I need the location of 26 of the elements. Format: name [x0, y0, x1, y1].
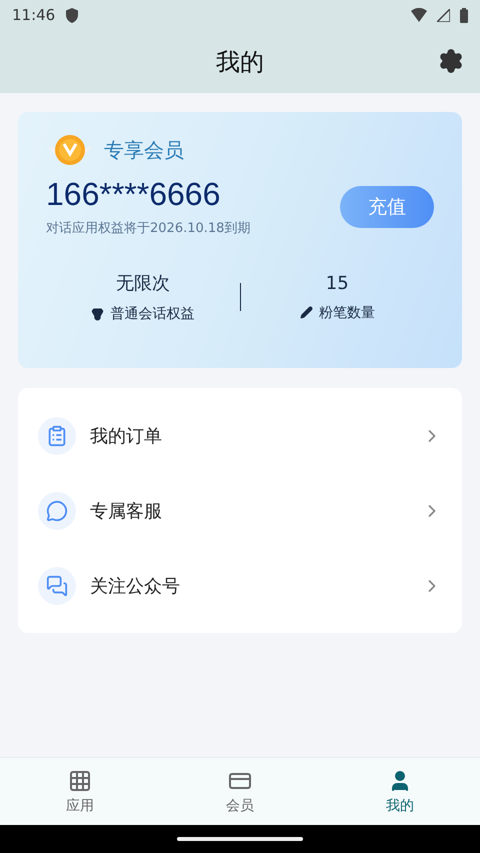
- shield-icon: [65, 8, 80, 22]
- battery-icon: [460, 8, 468, 22]
- stat-label: 粉笔数量: [318, 304, 375, 322]
- wifi-icon: [411, 8, 427, 22]
- phone-number: 166****6666: [46, 176, 222, 213]
- stat-label: 普通会话权益: [110, 305, 194, 323]
- clipboard-icon: [38, 416, 76, 454]
- pencil-icon: [300, 306, 313, 319]
- settings-icon[interactable]: [438, 48, 464, 74]
- stat-value: 无限次: [116, 272, 170, 295]
- status-time: 11:46: [12, 6, 56, 24]
- grid-icon: [68, 768, 92, 792]
- nav-tab[interactable]: 我的: [320, 758, 480, 825]
- nav-tab[interactable]: 应用: [0, 758, 160, 825]
- stat-value: 15: [326, 272, 349, 294]
- page-title: 我的: [216, 46, 264, 78]
- signal-icon: [437, 8, 450, 22]
- menu-item[interactable]: 关注公众号: [18, 548, 462, 623]
- nav-tab[interactable]: 会员: [160, 758, 320, 825]
- badge-icon: [46, 132, 94, 168]
- menu-item[interactable]: 专属客服: [18, 473, 462, 548]
- menu-item[interactable]: 我的订单: [18, 398, 462, 473]
- expiry-text: 对话应用权益将于2026.10.18到期: [46, 220, 250, 237]
- chat-bubbles-icon: [38, 566, 76, 604]
- membership-label: 专享会员: [104, 136, 184, 164]
- chat-bubble-icon: [38, 492, 76, 530]
